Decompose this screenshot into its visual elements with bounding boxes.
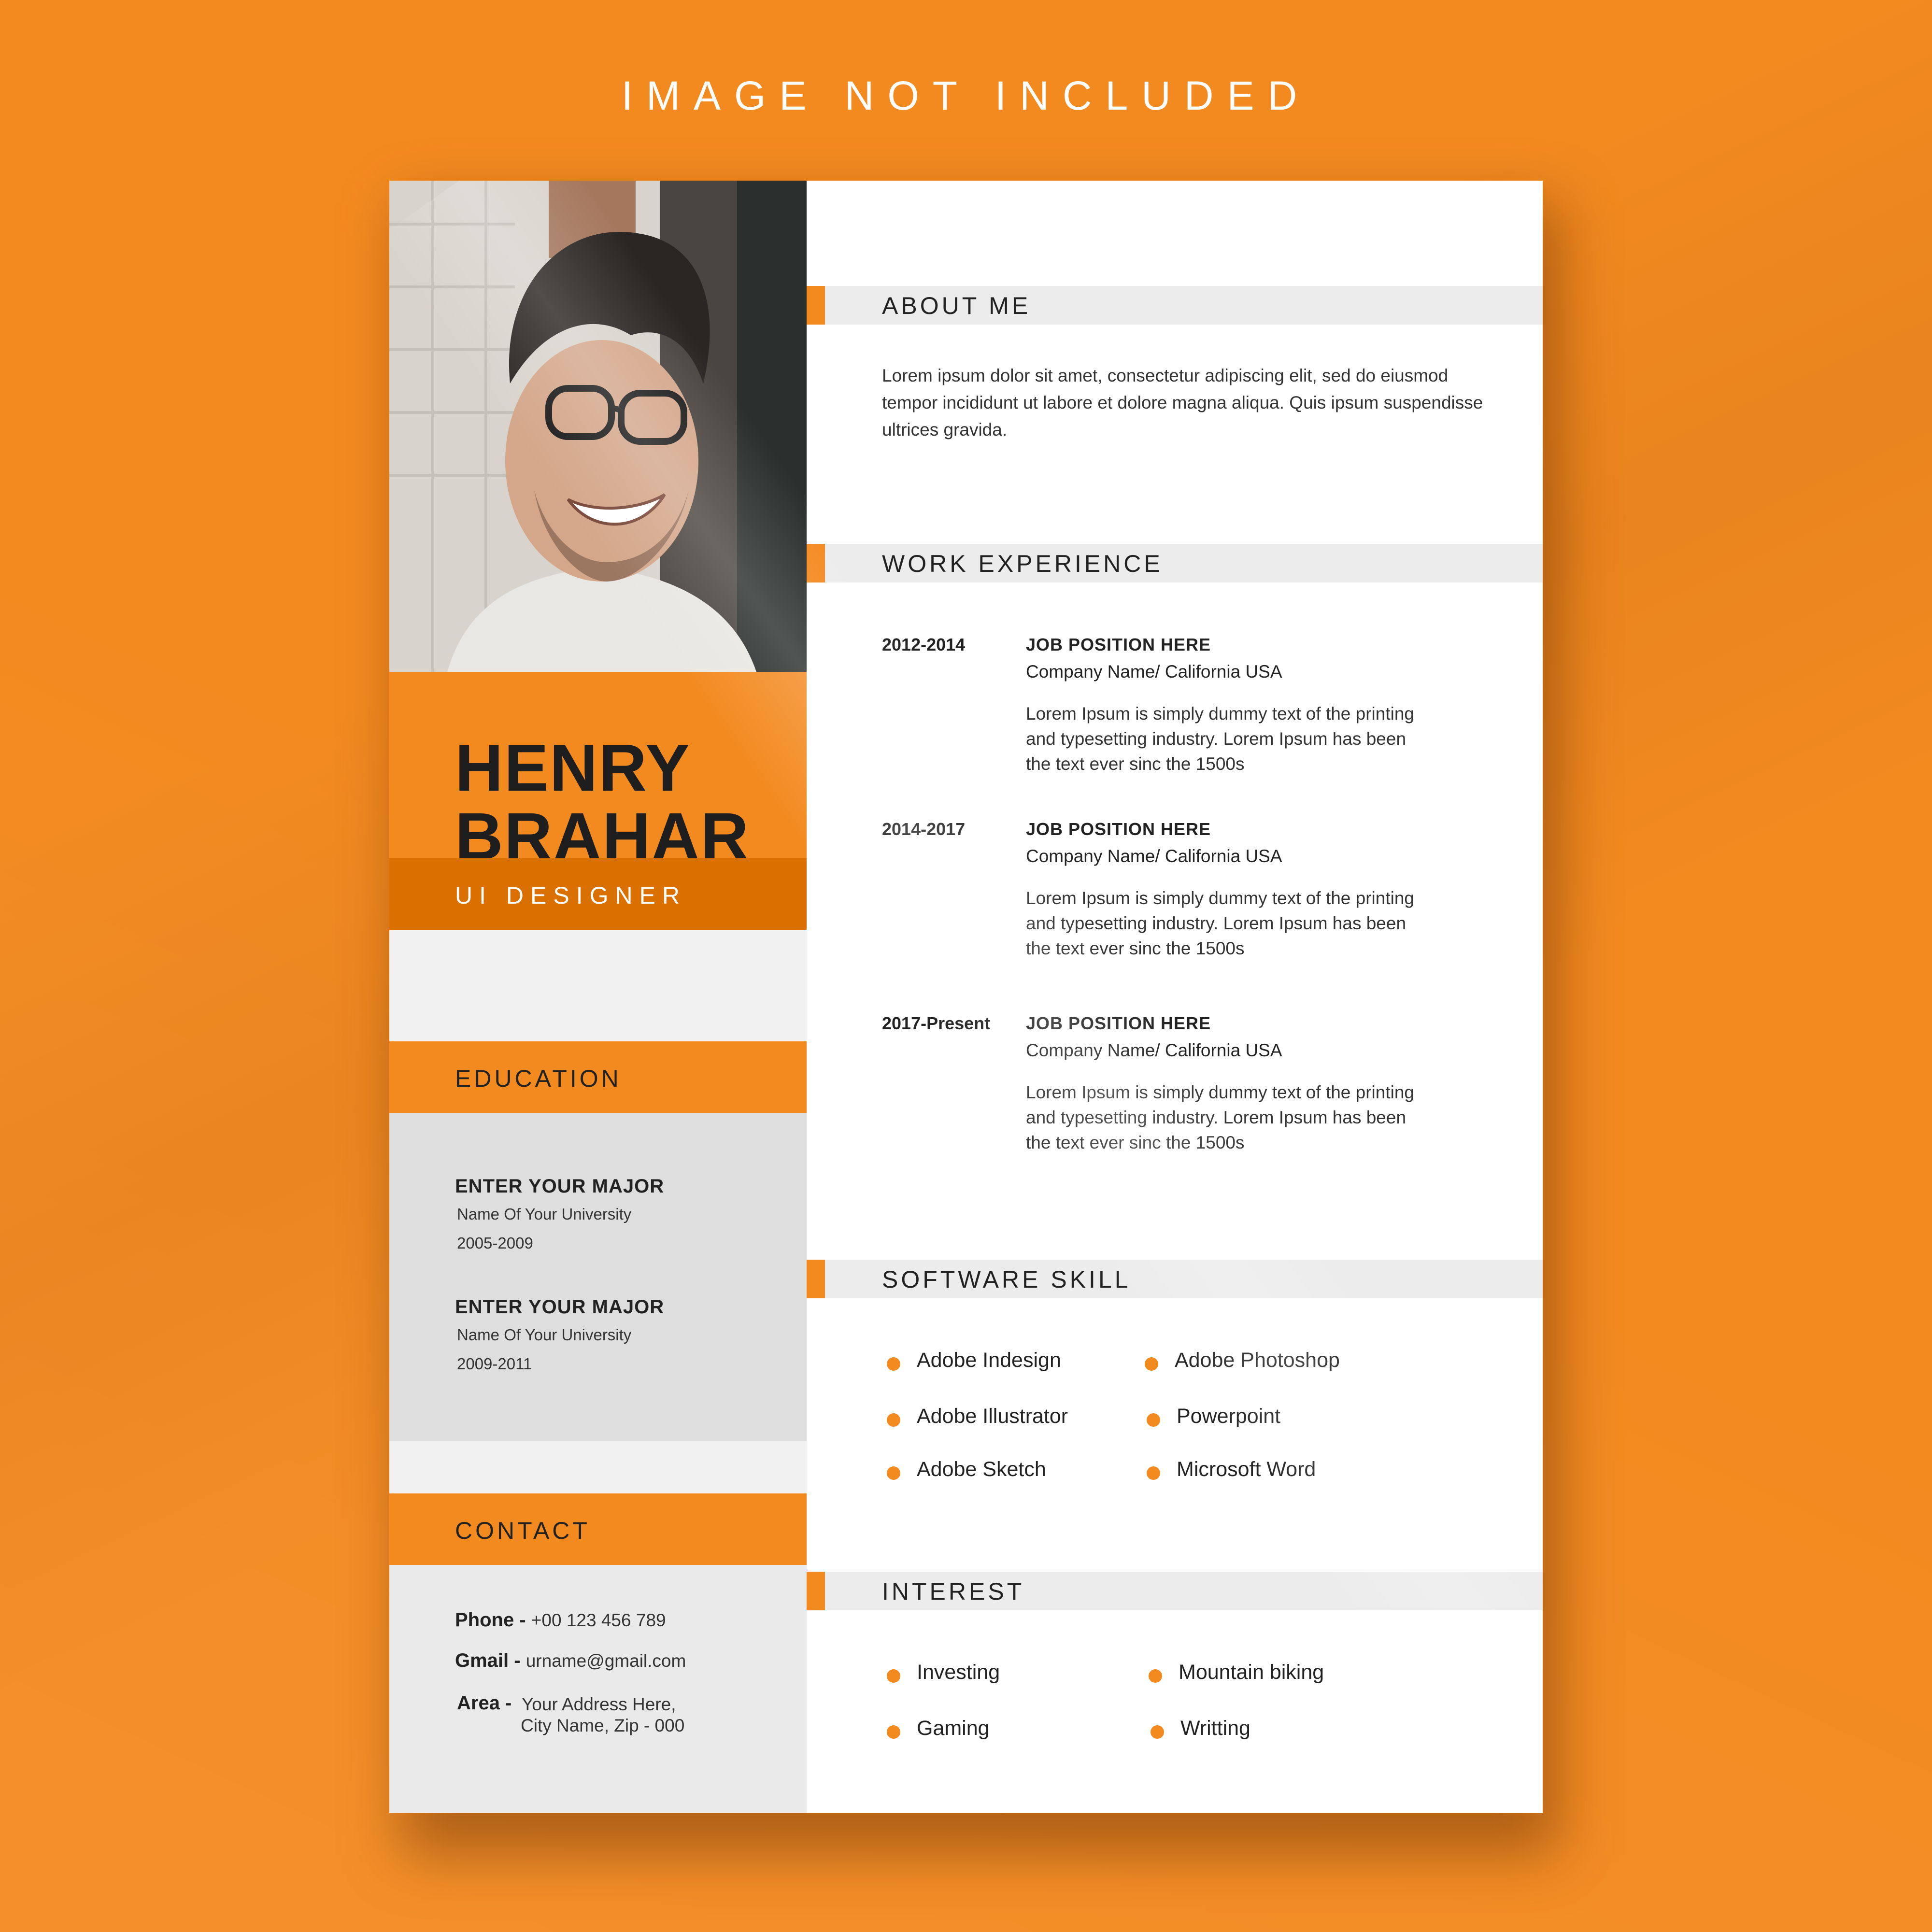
bullet-dot [1147, 1413, 1160, 1427]
education-header: EDUCATION [389, 1041, 807, 1113]
section-accent [807, 286, 825, 325]
skill-item: Adobe Sketch [887, 1458, 1046, 1481]
bullet-dot [1151, 1725, 1164, 1739]
section-accent [807, 544, 825, 582]
education-university: Name Of Your University [457, 1205, 632, 1223]
bullet-dot [1149, 1669, 1162, 1683]
banner-text: IMAGE NOT INCLUDED [621, 73, 1311, 118]
right-column: ABOUT ME Lorem ipsum dolor sit amet, con… [807, 181, 1543, 1813]
job-position: JOB POSITION HERE [1026, 635, 1211, 654]
education-body: ENTER YOUR MAJOR Name Of Your University… [389, 1113, 807, 1441]
job-company: Company Name/ California USA [1026, 846, 1282, 866]
education-item: ENTER YOUR MAJOR Name Of Your University… [455, 1176, 664, 1252]
interest-item: Gaming [887, 1717, 990, 1740]
skill-item: Powerpoint [1147, 1405, 1280, 1428]
contact-header: CONTACT [389, 1493, 807, 1565]
job-title: UI DESIGNER [455, 882, 687, 909]
job-company: Company Name/ California USA [1026, 662, 1282, 682]
contact-body: Phone - +00 123 456 789 Gmail - urname@g… [389, 1565, 807, 1813]
about-title: ABOUT ME [882, 292, 1031, 319]
job-position: JOB POSITION HERE [1026, 819, 1211, 839]
contact-area-label: Area - [457, 1692, 511, 1714]
education-major: ENTER YOUR MAJOR [455, 1176, 665, 1197]
phone-value: +00 123 456 789 [531, 1610, 666, 1630]
interest-title: INTEREST [882, 1578, 1025, 1605]
job-years: 2012-2014 [882, 635, 966, 654]
about-header: ABOUT ME [807, 286, 1543, 325]
job-position: JOB POSITION HERE [1026, 1013, 1211, 1033]
skill-item: Adobe Indesign [887, 1349, 1061, 1372]
work-title: WORK EXPERIENCE [882, 550, 1163, 577]
bullet-dot [887, 1725, 900, 1739]
work-header: WORK EXPERIENCE [807, 544, 1543, 582]
job-description: Lorem Ipsum is simply dummy text of the … [1026, 704, 1415, 774]
resume-document: HENRY BRAHAR UI DESIGNER EDUCATION ENTER… [389, 181, 1543, 1813]
job-description: Lorem Ipsum is simply dummy text of the … [1026, 1082, 1415, 1152]
area-line-2: City Name, Zip - 000 [521, 1716, 685, 1735]
phone-label: Phone - [455, 1609, 526, 1631]
job-years: 2017-Present [882, 1013, 991, 1033]
skill-item: Adobe Illustrator [887, 1405, 1068, 1428]
role-block: UI DESIGNER [389, 858, 807, 930]
bullet-dot [887, 1466, 900, 1480]
bullet-dot [1145, 1357, 1158, 1371]
education-years: 2009-2011 [457, 1355, 532, 1373]
contact-gmail: Gmail - urname@gmail.com [455, 1650, 686, 1672]
education-title: EDUCATION [455, 1065, 622, 1092]
bullet-dot [887, 1669, 900, 1683]
skills-header: SOFTWARE SKILL [807, 1260, 1543, 1298]
interest-header: INTEREST [807, 1572, 1543, 1610]
skills-title: SOFTWARE SKILL [882, 1266, 1131, 1293]
job-company: Company Name/ California USA [1026, 1040, 1282, 1060]
name-block: HENRY BRAHAR [389, 672, 807, 870]
about-text: Lorem ipsum dolor sit amet, consectetur … [882, 366, 1483, 440]
education-university: Name Of Your University [457, 1326, 632, 1344]
section-accent [807, 1572, 825, 1610]
contact-phone: Phone - +00 123 456 789 [455, 1609, 666, 1631]
bullet-dot [1147, 1466, 1160, 1480]
area-line-1: Your Address Here, [522, 1694, 676, 1714]
interest-item: Investing [887, 1661, 1000, 1684]
education-item: ENTER YOUR MAJOR Name Of Your University… [455, 1296, 664, 1373]
job-years: 2014-2017 [882, 819, 966, 839]
profile-photo [389, 181, 807, 672]
bullet-dot [887, 1413, 900, 1427]
gmail-label: Gmail - [455, 1650, 521, 1671]
interest-item: Mountain biking [1149, 1661, 1324, 1684]
section-accent [807, 1260, 825, 1298]
bullet-dot [887, 1357, 900, 1371]
education-major: ENTER YOUR MAJOR [455, 1296, 665, 1318]
area-label: Area - [457, 1692, 512, 1714]
education-years: 2005-2009 [457, 1234, 533, 1252]
skill-item: Adobe Photoshop [1145, 1349, 1340, 1372]
contact-title: CONTACT [455, 1517, 590, 1544]
skill-item: Microsoft Word [1147, 1458, 1316, 1481]
left-column: HENRY BRAHAR UI DESIGNER EDUCATION ENTER… [389, 181, 807, 1813]
gmail-value: urname@gmail.com [526, 1651, 686, 1671]
job-description: Lorem Ipsum is simply dummy text of the … [1026, 888, 1415, 958]
interest-item: Writting [1151, 1717, 1250, 1740]
first-name: HENRY [455, 731, 691, 805]
